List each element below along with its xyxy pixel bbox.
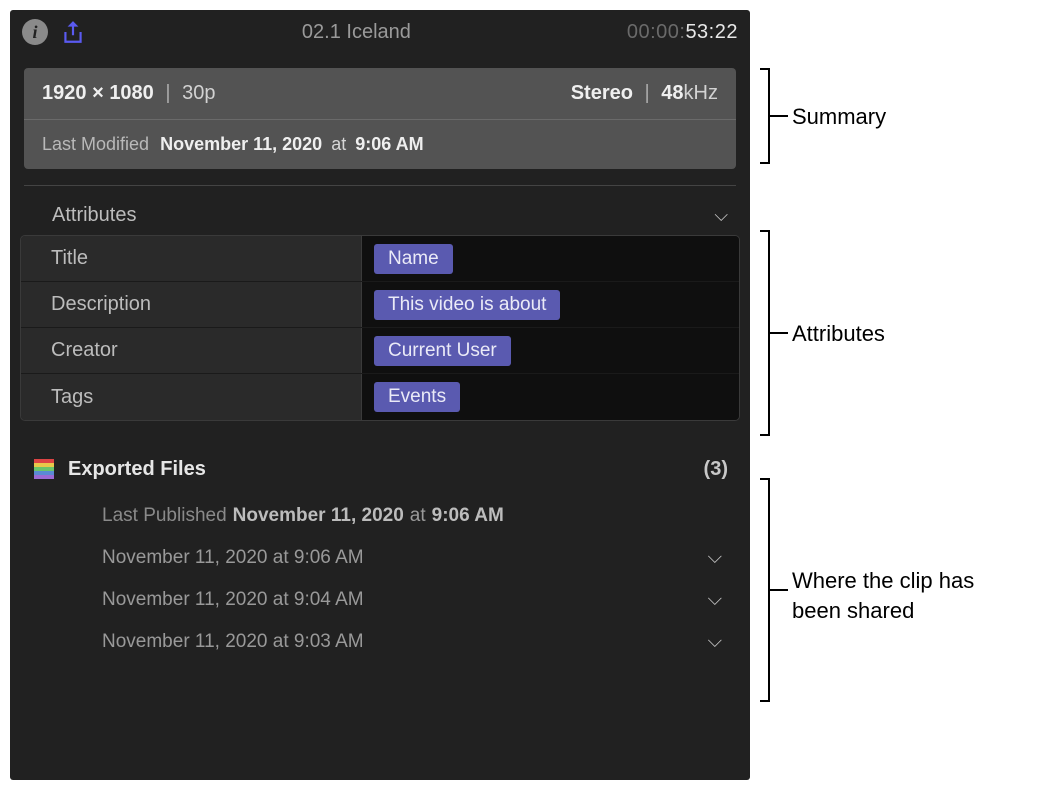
info-icon[interactable]: i xyxy=(22,19,48,45)
divider xyxy=(24,185,736,186)
callout-summary: Summary xyxy=(792,104,886,130)
inspector-header: i 02.1 Iceland 00:00:53:22 xyxy=(10,10,750,54)
attr-row-title: Title Name xyxy=(21,236,739,282)
tick xyxy=(770,115,788,117)
chevron-down-icon: ⌵ xyxy=(714,205,728,226)
film-icon xyxy=(32,457,56,481)
bracket xyxy=(760,478,770,702)
timecode: 00:00:53:22 xyxy=(627,21,738,44)
attributes-header[interactable]: Attributes ⌵ xyxy=(10,188,750,235)
bracket xyxy=(760,230,770,436)
attributes-box: Title Name Description This video is abo… xyxy=(20,235,740,421)
attr-description-field[interactable]: This video is about xyxy=(361,282,739,327)
exported-section: Exported Files (3) Last Published Novemb… xyxy=(10,421,750,663)
share-icon[interactable] xyxy=(60,19,86,45)
last-published: Last Published November 11, 2020 at 9:06… xyxy=(32,495,728,537)
attr-tags-field[interactable]: Events xyxy=(361,374,739,420)
summary-section: 1920 × 1080 | 30p Stereo | 48kHz Last Mo… xyxy=(10,54,750,183)
chevron-down-icon: ⌵ xyxy=(708,547,728,569)
tick xyxy=(770,332,788,334)
summary-box: 1920 × 1080 | 30p Stereo | 48kHz Last Mo… xyxy=(24,68,736,169)
export-item[interactable]: November 11, 2020 at 9:04 AM ⌵ xyxy=(32,579,728,621)
exported-header[interactable]: Exported Files (3) xyxy=(32,457,728,481)
attr-row-tags: Tags Events xyxy=(21,374,739,420)
attr-creator-field[interactable]: Current User xyxy=(361,328,739,373)
summary-row-format: 1920 × 1080 | 30p Stereo | 48kHz xyxy=(24,68,736,119)
chevron-down-icon: ⌵ xyxy=(708,589,728,611)
attr-row-creator: Creator Current User xyxy=(21,328,739,374)
clip-title: 02.1 Iceland xyxy=(98,21,615,44)
callout-attributes: Attributes xyxy=(792,321,885,347)
attr-title-field[interactable]: Name xyxy=(361,236,739,281)
summary-row-modified: Last Modified November 11, 2020 at 9:06 … xyxy=(24,119,736,169)
callout-shared: Where the clip has been shared xyxy=(792,566,1002,625)
tick xyxy=(770,589,788,591)
inspector-panel: i 02.1 Iceland 00:00:53:22 1920 × 1080 |… xyxy=(10,10,750,780)
chevron-down-icon: ⌵ xyxy=(708,631,728,653)
export-item[interactable]: November 11, 2020 at 9:06 AM ⌵ xyxy=(32,537,728,579)
attr-row-description: Description This video is about xyxy=(21,282,739,328)
export-item[interactable]: November 11, 2020 at 9:03 AM ⌵ xyxy=(32,621,728,663)
bracket xyxy=(760,68,770,164)
